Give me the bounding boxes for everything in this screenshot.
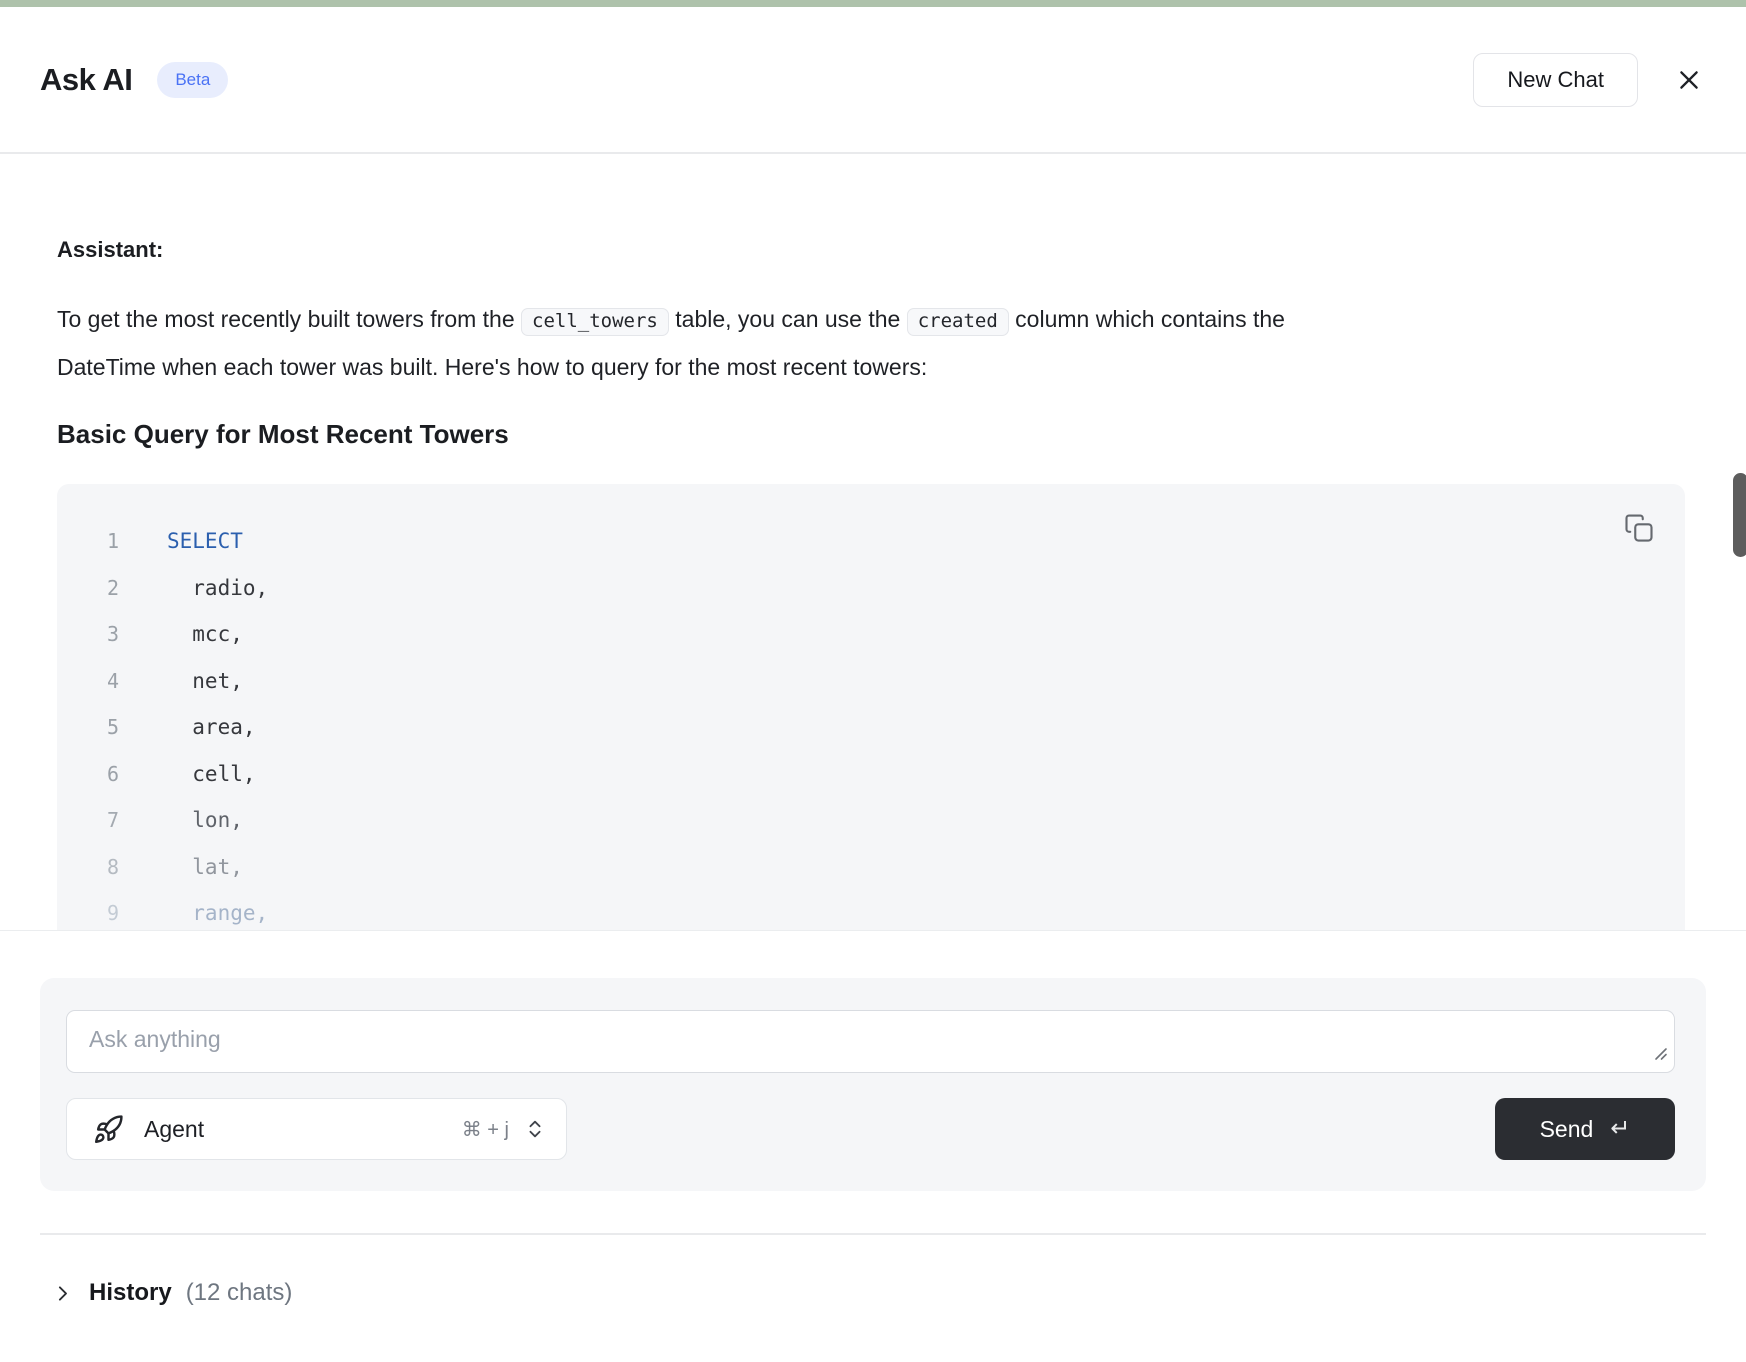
mode-label: Agent [144,1116,204,1143]
composer-controls-row: Agent ⌘ + j Send ↵ [66,1098,1675,1160]
line-number: 4 [57,669,119,693]
line-number: 6 [57,762,119,786]
line-number: 9 [57,901,119,925]
inline-code: created [907,308,1009,336]
assistant-role-label: Assistant: [57,234,1689,266]
history-label: History [89,1279,172,1307]
input-holder [66,1010,1675,1073]
paragraph-text: To get the most recently built towers fr… [57,306,521,332]
paragraph-text: DateTime when each tower was built. Here… [57,354,927,380]
code-line: 1 SELECT [57,518,1685,565]
line-number: 7 [57,808,119,832]
chevron-right-icon [52,1283,73,1304]
send-button[interactable]: Send ↵ [1495,1098,1675,1160]
beta-badge: Beta [157,62,228,98]
mode-selector[interactable]: Agent ⌘ + j [66,1098,567,1160]
close-button[interactable] [1672,63,1706,97]
code-line: 5 area, [57,704,1685,751]
mode-right: ⌘ + j [462,1117,546,1142]
code-text: lat, [167,855,243,879]
window-top-strip [0,0,1746,7]
line-number: 5 [57,715,119,739]
code-text: radio, [167,576,268,600]
history-count: (12 chats) [186,1279,293,1307]
code-line: 6 cell, [57,751,1685,798]
inline-code: cell_towers [521,308,669,336]
copy-code-button[interactable] [1622,511,1656,545]
section-heading: Basic Query for Most Recent Towers [57,416,1689,452]
code-line: 7 lon, [57,797,1685,844]
history-toggle[interactable]: History (12 chats) [40,1279,1706,1307]
return-key-icon: ↵ [1610,1117,1630,1141]
panel-header: Ask AI Beta New Chat [0,7,1746,154]
code-line: 4 net, [57,658,1685,705]
history-divider [40,1233,1706,1235]
assistant-paragraph: To get the most recently built towers fr… [57,296,1657,390]
line-number: 1 [57,529,119,553]
new-chat-button[interactable]: New Chat [1473,53,1638,107]
code-text: cell, [167,762,256,786]
ask-input[interactable] [66,1010,1675,1073]
copy-icon [1624,513,1654,543]
code-text: area, [167,715,256,739]
code-line: 8 lat, [57,844,1685,891]
chat-message-area: Assistant: To get the most recently buil… [0,154,1746,931]
code-text: net, [167,669,243,693]
sql-code-block: 1SELECT2 radio,3 mcc,4 net,5 area,6 cell… [57,484,1685,931]
code-line: 2 radio, [57,565,1685,612]
composer-panel: Agent ⌘ + j Send ↵ [40,978,1706,1191]
send-label: Send [1540,1116,1594,1143]
line-number: 3 [57,622,119,646]
code-text: lon, [167,808,243,832]
line-number: 8 [57,855,119,879]
code-text: SELECT [167,529,243,553]
rocket-icon [93,1114,124,1145]
paragraph-text: column which contains the [1009,306,1285,332]
header-actions: New Chat [1473,53,1706,107]
scrollbar-thumb[interactable] [1733,473,1746,557]
paragraph-text: table, you can use the [669,306,907,332]
code-text: mcc, [167,622,243,646]
line-number: 2 [57,576,119,600]
code-line: 3 mcc, [57,611,1685,658]
mode-shortcut: ⌘ + j [462,1117,509,1142]
history-section: History (12 chats) [0,1233,1746,1307]
code-text: range, [167,901,268,925]
code-line: 9 range, [57,890,1685,931]
panel-title: Ask AI [40,62,132,98]
chevron-up-down-icon [524,1118,546,1140]
code-lines: 1SELECT2 radio,3 mcc,4 net,5 area,6 cell… [57,518,1685,931]
close-icon [1676,67,1702,93]
composer-section: Agent ⌘ + j Send ↵ [0,978,1746,1191]
